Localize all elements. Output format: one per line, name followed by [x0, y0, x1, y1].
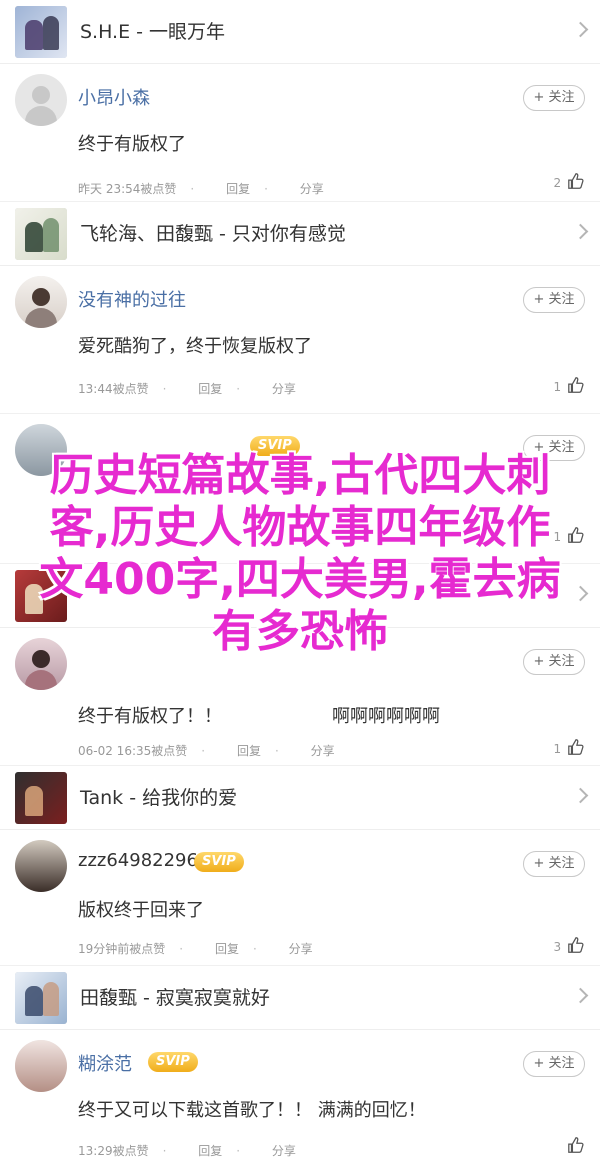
comment-item: zzz64982296 SVIP + 关注 版权终于回来了 19分钟前被点赞 · …: [0, 830, 600, 966]
like-button[interactable]: [565, 1136, 585, 1154]
album-cover: [15, 208, 67, 260]
album-cover: [15, 6, 67, 58]
share-button[interactable]: 分享: [289, 942, 313, 956]
like-button[interactable]: 2: [554, 172, 585, 190]
comment-username[interactable]: zzz64982296: [78, 850, 198, 871]
share-button[interactable]: 分享: [300, 182, 324, 196]
avatar[interactable]: [15, 1040, 67, 1092]
comment-text: 终于有版权了！！ 啊啊啊啊啊啊: [78, 702, 440, 728]
song-row[interactable]: 田馥甄 - 寂寞寂寞就好: [0, 966, 600, 1030]
comment-meta: 13:29被点赞 · 回复 · 分享: [78, 1144, 296, 1158]
comment-text-part1: 终于有版权了！！: [78, 706, 222, 727]
like-count: 1: [553, 380, 562, 394]
chevron-right-icon: [572, 223, 589, 240]
comment-text-part2: 啊啊啊啊啊啊: [332, 706, 440, 727]
overlay-caption: 历史短篇故事,古代四大刺客,历史人物故事四年级作文400字,四大美男,霍去病有多…: [30, 450, 570, 658]
avatar[interactable]: [15, 74, 67, 126]
chevron-right-icon: [572, 987, 589, 1004]
comment-text: 版权终于回来了: [78, 900, 204, 921]
comment-time: 13:29被点赞: [78, 1144, 149, 1158]
comment-time: 13:44被点赞: [78, 382, 149, 396]
comment-username[interactable]: 没有神的过往: [78, 286, 186, 312]
svip-badge: SVIP: [194, 852, 244, 872]
comment-text: 终于有版权了: [78, 134, 186, 155]
song-row[interactable]: 飞轮海、田馥甄 - 只对你有感觉: [0, 202, 600, 266]
share-button[interactable]: 分享: [311, 744, 335, 758]
song-title: S.H.E - 一眼万年: [80, 21, 226, 43]
like-button[interactable]: 3: [554, 936, 585, 954]
comment-username[interactable]: 小昂小森: [78, 84, 150, 110]
song-title: Tank - 给我你的爱: [80, 787, 238, 809]
thumbs-up-icon: [568, 937, 584, 953]
thumbs-up-icon: [568, 377, 584, 393]
reply-button[interactable]: 回复: [198, 382, 222, 396]
reply-button[interactable]: 回复: [215, 942, 239, 956]
song-title: 田馥甄 - 寂寞寂寞就好: [80, 987, 270, 1009]
follow-button[interactable]: + 关注: [523, 851, 585, 877]
chevron-right-icon: [572, 21, 589, 38]
album-cover: [15, 772, 67, 824]
svip-badge: SVIP: [148, 1052, 198, 1072]
avatar[interactable]: [15, 840, 67, 892]
comment-time: 06-02 16:35被点赞: [78, 744, 188, 758]
follow-button[interactable]: + 关注: [523, 287, 585, 313]
like-button[interactable]: 1: [554, 376, 585, 394]
comment-meta: 13:44被点赞 · 回复 · 分享: [78, 382, 296, 396]
thumbs-up-icon: [568, 739, 584, 755]
chevron-right-icon: [572, 787, 589, 804]
comment-meta: 19分钟前被点赞 · 回复 · 分享: [78, 942, 313, 956]
comment-text: 终于又可以下载这首歌了！！ 满满的回忆！: [78, 1100, 426, 1121]
comment-item: 糊涂范 SVIP + 关注 终于又可以下载这首歌了！！ 满满的回忆！ 13:29…: [0, 1030, 600, 1170]
like-count: 2: [553, 176, 562, 190]
reply-button[interactable]: 回复: [237, 744, 261, 758]
album-cover: [15, 972, 67, 1024]
share-button[interactable]: 分享: [272, 1144, 296, 1158]
song-row[interactable]: S.H.E - 一眼万年: [0, 0, 600, 64]
comment-username[interactable]: 糊涂范: [78, 1050, 132, 1076]
comment-text: 爱死酷狗了，终于恢复版权了: [78, 336, 312, 357]
song-row[interactable]: Tank - 给我你的爱: [0, 766, 600, 830]
like-button[interactable]: 1: [554, 738, 585, 756]
overlay-caption-text: 历史短篇故事,古代四大刺客,历史人物故事四年级作文400字,四大美男,霍去病有多…: [39, 450, 561, 657]
follow-button[interactable]: + 关注: [523, 85, 585, 111]
like-count: 1: [553, 742, 562, 756]
like-count: 3: [553, 940, 562, 954]
thumbs-up-icon: [568, 1137, 584, 1153]
share-button[interactable]: 分享: [272, 382, 296, 396]
reply-button[interactable]: 回复: [198, 1144, 222, 1158]
chevron-right-icon: [572, 585, 589, 602]
follow-button[interactable]: + 关注: [523, 1051, 585, 1077]
thumbs-up-icon: [568, 173, 584, 189]
comment-item: 没有神的过往 + 关注 爱死酷狗了，终于恢复版权了 13:44被点赞 · 回复 · …: [0, 266, 600, 414]
comment-item: 小昂小森 + 关注 终于有版权了 昨天 23:54被点赞 · 回复 · 分享 2: [0, 64, 600, 202]
avatar[interactable]: [15, 276, 67, 328]
song-title: 飞轮海、田馥甄 - 只对你有感觉: [80, 223, 346, 245]
reply-button[interactable]: 回复: [226, 182, 250, 196]
comment-meta: 昨天 23:54被点赞 · 回复 · 分享: [78, 182, 324, 196]
comment-meta: 06-02 16:35被点赞 · 回复 · 分享: [78, 744, 335, 758]
comment-time: 19分钟前被点赞: [78, 942, 166, 956]
comment-time: 昨天 23:54被点赞: [78, 182, 177, 196]
